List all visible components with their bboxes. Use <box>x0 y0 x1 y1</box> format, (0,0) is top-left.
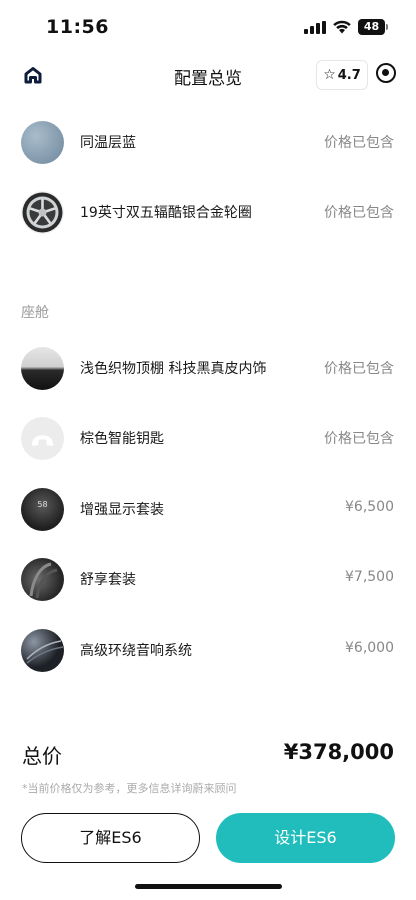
design-es6-button[interactable]: 设计ES6 <box>216 813 395 863</box>
config-item-comfort[interactable]: 舒享套装 ¥7,500 <box>0 544 416 614</box>
config-item-price: 价格已包含 <box>324 135 394 151</box>
smart-key-image <box>21 417 64 460</box>
config-item-price: ¥7,500 <box>345 569 394 585</box>
config-item-label: 同温层蓝 <box>80 135 136 151</box>
config-item-wheels[interactable]: 19英寸双五辐酷银合金轮圈 价格已包含 <box>0 177 416 247</box>
display-package-image: 58 <box>21 488 64 531</box>
config-item-label: 19英寸双五辐酷银合金轮圈 <box>80 205 252 221</box>
battery-level: 48 <box>358 19 385 35</box>
status-time: 11:56 <box>46 16 109 38</box>
price-disclaimer: *当前价格仅为参考，更多信息详询蔚来顾问 <box>22 782 237 795</box>
nav-bar: 配置总览 ☆ 4.7 <box>0 54 416 96</box>
section-title-cabin: 座舱 <box>21 305 49 321</box>
config-item-label: 增强显示套装 <box>80 502 164 518</box>
target-icon[interactable] <box>376 63 396 83</box>
blue-paint-swatch <box>21 121 64 164</box>
status-bar: 11:56 48 <box>0 0 416 54</box>
config-item-label: 高级环绕音响系统 <box>80 643 192 659</box>
config-item-key[interactable]: 棕色智能钥匙 价格已包含 <box>0 403 416 473</box>
config-item-paint[interactable]: 同温层蓝 价格已包含 <box>0 107 416 177</box>
learn-es6-button[interactable]: 了解ES6 <box>21 813 200 863</box>
config-item-price: 价格已包含 <box>324 361 394 377</box>
battery-icon: 48 <box>358 19 388 35</box>
alloy-wheel-image <box>21 191 64 234</box>
config-item-label: 舒享套装 <box>80 572 136 588</box>
config-item-label: 浅色织物顶棚 科技黑真皮内饰 <box>80 361 267 377</box>
rating-button[interactable]: ☆ 4.7 <box>316 60 368 90</box>
config-item-label: 棕色智能钥匙 <box>80 431 164 447</box>
wifi-icon <box>333 20 351 34</box>
headliner-interior-image <box>21 347 64 390</box>
home-indicator[interactable] <box>135 884 282 889</box>
audio-system-image <box>21 629 64 672</box>
cellular-signal-icon <box>304 21 326 34</box>
config-item-price: 价格已包含 <box>324 431 394 447</box>
star-outline-icon: ☆ <box>323 67 336 83</box>
total-label: 总价 <box>22 744 62 768</box>
config-item-price: ¥6,000 <box>345 640 394 656</box>
config-item-price: ¥6,500 <box>345 499 394 515</box>
config-item-display[interactable]: 58 增强显示套装 ¥6,500 <box>0 474 416 544</box>
display-speed-readout: 58 <box>37 500 48 509</box>
comfort-seat-image <box>21 558 64 601</box>
config-item-price: 价格已包含 <box>324 205 394 221</box>
config-item-interior[interactable]: 浅色织物顶棚 科技黑真皮内饰 价格已包含 <box>0 333 416 403</box>
rating-value: 4.7 <box>337 68 361 83</box>
config-item-audio[interactable]: 高级环绕音响系统 ¥6,000 <box>0 615 416 685</box>
total-price: ¥378,000 <box>283 740 394 764</box>
